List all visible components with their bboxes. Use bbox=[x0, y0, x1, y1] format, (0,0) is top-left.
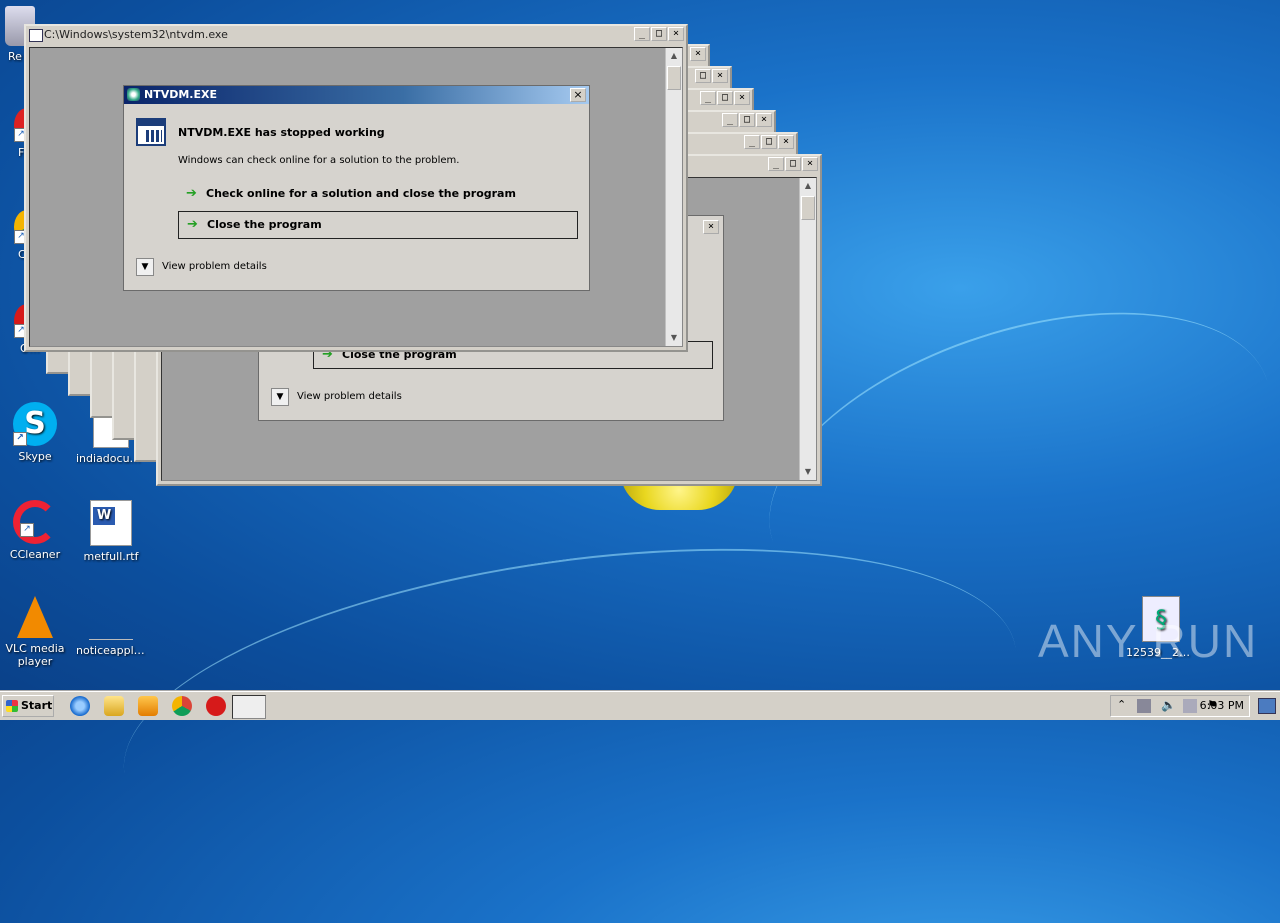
desktop-icon-label: Skype bbox=[18, 450, 52, 463]
console-program-icon bbox=[136, 118, 166, 146]
desktop-icon-ccleaner[interactable]: ↗ CCleaner bbox=[0, 500, 70, 561]
vlc-cone-icon bbox=[17, 596, 53, 638]
network-icon[interactable] bbox=[1137, 699, 1151, 713]
media-player-icon[interactable] bbox=[138, 696, 158, 716]
check-online-button[interactable]: ➔ Check online for a solution and close … bbox=[178, 181, 578, 209]
close-icon[interactable]: × bbox=[734, 91, 750, 105]
console-title: C:\Windows\system32\ntvdm.exe bbox=[44, 28, 228, 41]
close-icon[interactable]: × bbox=[668, 27, 684, 41]
green-arrow-icon: ➔ bbox=[187, 217, 198, 232]
window-controls: □ × bbox=[695, 69, 728, 83]
error-dialog[interactable]: NTVDM.EXE × NTVDM.EXE has stopped workin… bbox=[123, 85, 590, 291]
chevron-down-icon[interactable]: ▼ bbox=[136, 258, 154, 276]
power-icon[interactable] bbox=[1183, 699, 1197, 713]
vertical-scrollbar[interactable]: ▲ ▼ bbox=[665, 48, 682, 346]
dialog-titlebar[interactable]: NTVDM.EXE × bbox=[124, 86, 589, 104]
scroll-down-icon[interactable]: ▼ bbox=[666, 330, 682, 346]
minimize-icon[interactable]: _ bbox=[744, 135, 760, 149]
window-controls: _ □ × bbox=[768, 157, 818, 171]
window-controls: _ □ × bbox=[744, 135, 794, 149]
windows-logo-icon bbox=[6, 700, 18, 712]
maximize-icon[interactable]: □ bbox=[739, 113, 755, 127]
green-arrow-icon: ➔ bbox=[186, 186, 197, 201]
details-label: View problem details bbox=[162, 261, 267, 272]
close-icon[interactable]: × bbox=[712, 69, 728, 83]
scroll-thumb[interactable] bbox=[801, 196, 815, 220]
close-icon[interactable]: × bbox=[690, 47, 706, 61]
volume-icon[interactable]: 🔈 bbox=[1161, 698, 1176, 712]
ntvdm-taskbar-icon[interactable] bbox=[232, 695, 266, 719]
blank-document-icon bbox=[89, 596, 133, 640]
ntvdm-app-icon bbox=[127, 88, 140, 101]
minimize-icon[interactable]: _ bbox=[634, 27, 650, 41]
internet-explorer-icon[interactable] bbox=[70, 696, 90, 716]
desktop-icon-label: metfull.rtf bbox=[83, 550, 139, 563]
scroll-up-icon[interactable]: ▲ bbox=[800, 178, 816, 194]
maximize-icon[interactable]: □ bbox=[651, 27, 667, 41]
scroll-up-icon[interactable]: ▲ bbox=[666, 48, 682, 64]
minimize-icon[interactable]: _ bbox=[768, 157, 784, 171]
maximize-icon[interactable]: □ bbox=[717, 91, 733, 105]
ccleaner-icon: ↗ bbox=[13, 500, 57, 544]
desktop-icon-label: VLC media player bbox=[5, 642, 65, 668]
close-icon[interactable]: × bbox=[570, 88, 586, 102]
minimize-icon[interactable]: _ bbox=[722, 113, 738, 127]
explorer-folder-icon[interactable] bbox=[104, 696, 124, 716]
start-label: Start bbox=[21, 699, 53, 712]
taskbar: Start ⌃ 🔈 ⚑ 6:03 PM bbox=[0, 691, 1280, 720]
desktop-icon-metfull[interactable]: W metfull.rtf bbox=[76, 500, 146, 563]
close-icon[interactable]: × bbox=[778, 135, 794, 149]
maximize-icon[interactable]: □ bbox=[761, 135, 777, 149]
window-controls: × bbox=[690, 47, 706, 61]
watermark-logo: ANY RUN bbox=[1038, 615, 1259, 667]
console-window-icon bbox=[29, 29, 43, 42]
action-label: Close the program bbox=[207, 218, 322, 231]
view-details-toggle[interactable]: ▼ View problem details bbox=[271, 388, 402, 406]
desktop-icon-noticeapplic[interactable]: noticeapplic... bbox=[76, 596, 146, 657]
scroll-thumb[interactable] bbox=[667, 66, 681, 90]
window-controls: _ □ × bbox=[700, 91, 750, 105]
dialog-heading: NTVDM.EXE has stopped working bbox=[178, 126, 385, 139]
shortcut-arrow-icon: ↗ bbox=[13, 432, 27, 446]
skype-icon: S ↗ bbox=[13, 402, 57, 446]
maximize-icon[interactable]: □ bbox=[785, 157, 801, 171]
desktop-icon-label: noticeapplic... bbox=[76, 644, 146, 657]
console-titlebar[interactable]: C:\Windows\system32\ntvdm.exe bbox=[26, 26, 686, 44]
window-controls: _ □ × bbox=[634, 27, 684, 41]
desktop-icon-vlc[interactable]: VLC media player bbox=[0, 596, 70, 668]
maximize-icon[interactable]: □ bbox=[695, 69, 711, 83]
vertical-scrollbar[interactable]: ▲ ▼ bbox=[799, 178, 816, 480]
show-desktop-button[interactable] bbox=[1258, 698, 1276, 714]
start-button[interactable]: Start bbox=[2, 695, 54, 717]
close-icon[interactable]: × bbox=[703, 220, 719, 234]
close-icon[interactable]: × bbox=[802, 157, 818, 171]
action-label: Check online for a solution and close th… bbox=[206, 187, 516, 200]
window-controls: _ □ × bbox=[722, 113, 772, 127]
show-hidden-icons-icon[interactable]: ⌃ bbox=[1117, 698, 1126, 711]
word-document-icon: W bbox=[90, 500, 132, 546]
dialog-subtext: Windows can check online for a solution … bbox=[178, 155, 460, 166]
close-icon[interactable]: × bbox=[756, 113, 772, 127]
scroll-down-icon[interactable]: ▼ bbox=[800, 464, 816, 480]
close-program-button[interactable]: ➔ Close the program bbox=[178, 211, 578, 239]
desktop-icon-label: CCleaner bbox=[9, 548, 61, 561]
view-details-toggle[interactable]: ▼ View problem details bbox=[136, 258, 267, 276]
desktop-icon-skype[interactable]: S ↗ Skype bbox=[0, 402, 70, 463]
details-label: View problem details bbox=[297, 391, 402, 402]
dialog-title: NTVDM.EXE bbox=[144, 88, 217, 101]
taskbar-clock[interactable]: 6:03 PM bbox=[1200, 699, 1244, 712]
chevron-down-icon[interactable]: ▼ bbox=[271, 388, 289, 406]
shortcut-arrow-icon: ↗ bbox=[20, 523, 34, 537]
opera-icon[interactable] bbox=[206, 696, 226, 716]
chrome-icon[interactable] bbox=[172, 696, 192, 716]
minimize-icon[interactable]: _ bbox=[700, 91, 716, 105]
